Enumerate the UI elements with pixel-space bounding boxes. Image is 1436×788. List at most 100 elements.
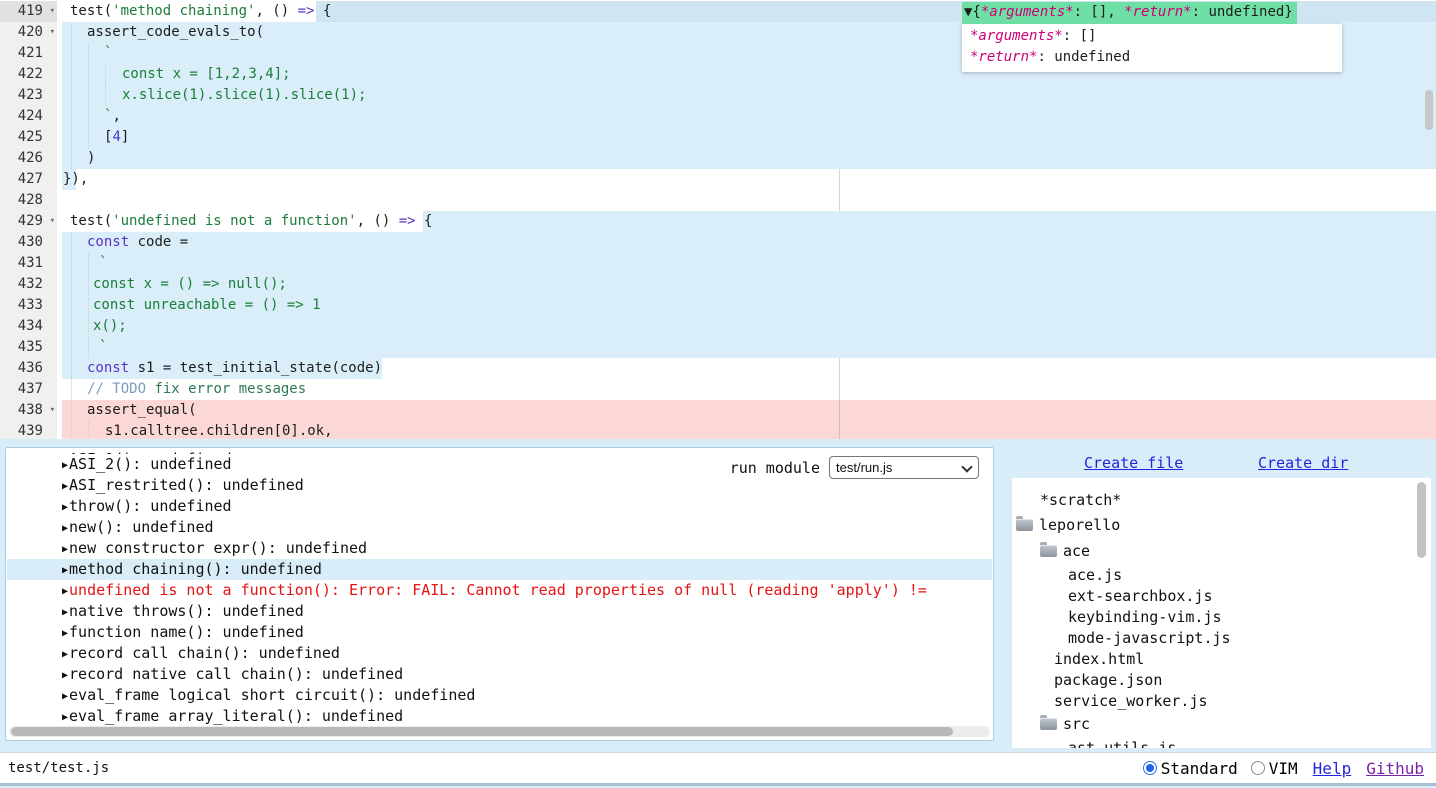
editor-scrollbar-thumb[interactable] bbox=[1425, 90, 1433, 130]
code-line[interactable]: s1.calltree.children[0].ok,439 bbox=[0, 421, 1436, 439]
tooltip-header[interactable]: ▼{*arguments*: [], *return*: undefined} bbox=[962, 2, 1297, 24]
test-result-item[interactable]: ▶native throws(): undefined bbox=[7, 601, 992, 622]
fold-arrow-icon[interactable]: ▾ bbox=[50, 400, 55, 421]
fold-arrow-icon[interactable]: ▾ bbox=[50, 211, 55, 232]
console-panel: run module test/run.js ▶ASI_1(): undefin… bbox=[5, 447, 994, 741]
code-line[interactable]: x();434 bbox=[0, 316, 1436, 337]
code-line[interactable]: x.slice(1).slice(1).slice(1);423 bbox=[0, 85, 1436, 106]
code-line[interactable]: `,424 bbox=[0, 106, 1436, 127]
tree-item-label: *scratch* bbox=[1040, 491, 1121, 509]
files-scrollbar-thumb[interactable] bbox=[1417, 482, 1426, 558]
line-number: 433 bbox=[18, 297, 43, 313]
code-line[interactable]: [4]425 bbox=[0, 127, 1436, 148]
help-link[interactable]: Help bbox=[1313, 759, 1352, 778]
code-line[interactable]: )426 bbox=[0, 148, 1436, 169]
test-result-item[interactable]: ▶new(): undefined bbox=[7, 517, 992, 538]
keybinding-radio-standard[interactable]: Standard bbox=[1143, 759, 1238, 778]
expand-triangle-icon[interactable]: ▶ bbox=[62, 628, 68, 639]
test-result-item[interactable]: ▶eval_frame logical short circuit(): und… bbox=[7, 685, 992, 706]
tooltip-row[interactable]: *return*: undefined bbox=[970, 47, 1336, 68]
console-items: ▶ASI_1(): undefined▶ASI_2(): undefined▶A… bbox=[7, 449, 992, 727]
code-line[interactable]: }),427 bbox=[0, 169, 1436, 190]
file-tree-items: *scratch* leporello ace ace.jsext-searchbox… bbox=[1012, 478, 1431, 748]
test-result-inner: ▶new constructor expr(): undefined bbox=[62, 539, 367, 557]
fold-arrow-icon[interactable]: ▾ bbox=[50, 1, 55, 22]
gutter-cell: 430 bbox=[0, 232, 57, 253]
run-module-select[interactable]: test/run.js bbox=[829, 456, 979, 479]
expand-triangle-icon[interactable]: ▶ bbox=[62, 691, 68, 702]
expand-triangle-icon[interactable]: ▶ bbox=[62, 586, 68, 597]
code-token: *return* bbox=[1124, 4, 1191, 20]
tree-file[interactable]: mode-javascript.js bbox=[1012, 627, 1431, 648]
code-line[interactable]: const x = () => null();432 bbox=[0, 274, 1436, 295]
expand-triangle-icon[interactable]: ▶ bbox=[62, 712, 68, 723]
tree-folder[interactable]: src bbox=[1012, 711, 1431, 737]
code-line-content: const s1 = test_initial_state(code) bbox=[57, 358, 1436, 379]
gutter-cell: 426 bbox=[0, 148, 57, 169]
code-text: `, bbox=[57, 106, 1436, 127]
test-result-item[interactable]: ▶method chaining(): undefined bbox=[7, 559, 992, 580]
tree-file[interactable]: index.html bbox=[1012, 648, 1431, 669]
test-result-item[interactable]: ▶undefined is not a function(): Error: F… bbox=[7, 580, 992, 601]
expand-triangle-icon[interactable]: ▶ bbox=[62, 523, 68, 534]
tree-item-label: ace bbox=[1063, 542, 1090, 560]
expand-triangle-icon[interactable]: ▶ bbox=[62, 481, 68, 492]
code-token: *arguments* bbox=[970, 28, 1063, 44]
test-result-text: undefined is not a function(): Error: FA… bbox=[69, 581, 927, 599]
expand-triangle-icon[interactable]: ▶ bbox=[62, 565, 68, 576]
keybinding-radio-vim[interactable]: VIM bbox=[1251, 759, 1298, 778]
tree-file[interactable]: ace.js bbox=[1012, 564, 1431, 585]
expand-triangle-icon[interactable]: ▶ bbox=[62, 670, 68, 681]
expand-triangle-icon[interactable]: ▶ bbox=[62, 502, 68, 513]
radio-icon[interactable] bbox=[1143, 761, 1157, 775]
code-line-content: // TODO fix error messages bbox=[57, 379, 1436, 400]
line-number: 427 bbox=[18, 171, 43, 187]
create-file-link[interactable]: Create file bbox=[1084, 454, 1183, 472]
code-line[interactable]: // TODO fix error messages437 bbox=[0, 379, 1436, 400]
console-hscrollbar[interactable] bbox=[9, 726, 990, 737]
tree-file[interactable]: service_worker.js bbox=[1012, 690, 1431, 711]
console-hscrollbar-thumb[interactable] bbox=[11, 727, 953, 736]
gutter-cell: 429▾ bbox=[0, 211, 57, 232]
code-token: ] bbox=[121, 129, 129, 145]
github-link[interactable]: Github bbox=[1366, 759, 1424, 778]
test-result-item[interactable]: ▶eval_frame array_literal(): undefined bbox=[7, 706, 992, 727]
tree-file[interactable]: ext-searchbox.js bbox=[1012, 585, 1431, 606]
expand-triangle-icon[interactable]: ▶ bbox=[62, 544, 68, 555]
code-line[interactable]: test('undefined is not a function', () =… bbox=[0, 211, 1436, 232]
code-line[interactable]: `431 bbox=[0, 253, 1436, 274]
code-text: ` bbox=[57, 253, 1436, 274]
tree-file[interactable]: *scratch* bbox=[1012, 488, 1431, 512]
code-text: x.slice(1).slice(1).slice(1); bbox=[57, 85, 1436, 106]
code-token: , () bbox=[357, 213, 399, 229]
test-result-item[interactable]: ▶new constructor expr(): undefined bbox=[7, 538, 992, 559]
test-result-inner: ▶eval_frame array_literal(): undefined bbox=[62, 707, 403, 725]
line-number: 420 bbox=[18, 24, 43, 40]
code-line[interactable]: `435 bbox=[0, 337, 1436, 358]
code-line[interactable]: const s1 = test_initial_state(code)436 bbox=[0, 358, 1436, 379]
tooltip-row[interactable]: *arguments*: [] bbox=[970, 26, 1336, 47]
code-line[interactable]: const unreachable = () => 1433 bbox=[0, 295, 1436, 316]
tree-file[interactable]: package.json bbox=[1012, 669, 1431, 690]
code-token: x.slice(1).slice(1).slice(1); bbox=[122, 87, 366, 103]
expand-triangle-icon[interactable]: ▶ bbox=[62, 649, 68, 660]
test-result-inner: ▶method chaining(): undefined bbox=[62, 560, 322, 578]
expand-triangle-icon[interactable]: ▶ bbox=[62, 607, 68, 618]
code-line[interactable]: 428 bbox=[0, 190, 1436, 211]
code-editor[interactable]: test('method chaining', () => {419▾asser… bbox=[0, 0, 1436, 439]
test-result-item[interactable]: ▶throw(): undefined bbox=[7, 496, 992, 517]
code-line[interactable]: assert_equal(438▾ bbox=[0, 400, 1436, 421]
radio-icon[interactable] bbox=[1251, 761, 1265, 775]
test-result-item[interactable]: ▶function name(): undefined bbox=[7, 622, 992, 643]
tree-file[interactable]: ast_utils.js bbox=[1012, 737, 1431, 748]
tree-file[interactable]: keybinding-vim.js bbox=[1012, 606, 1431, 627]
create-dir-link[interactable]: Create dir bbox=[1258, 454, 1348, 472]
tree-folder[interactable]: leporello bbox=[1012, 512, 1431, 538]
tree-folder[interactable]: ace bbox=[1012, 538, 1431, 564]
test-result-item[interactable]: ▶record native call chain(): undefined bbox=[7, 664, 992, 685]
test-result-item[interactable]: ▶record call chain(): undefined bbox=[7, 643, 992, 664]
code-line[interactable]: const code =430 bbox=[0, 232, 1436, 253]
fold-arrow-icon[interactable]: ▾ bbox=[50, 22, 55, 43]
expand-triangle-icon[interactable]: ▶ bbox=[62, 460, 68, 471]
code-text: const x = () => null(); bbox=[57, 274, 1436, 295]
